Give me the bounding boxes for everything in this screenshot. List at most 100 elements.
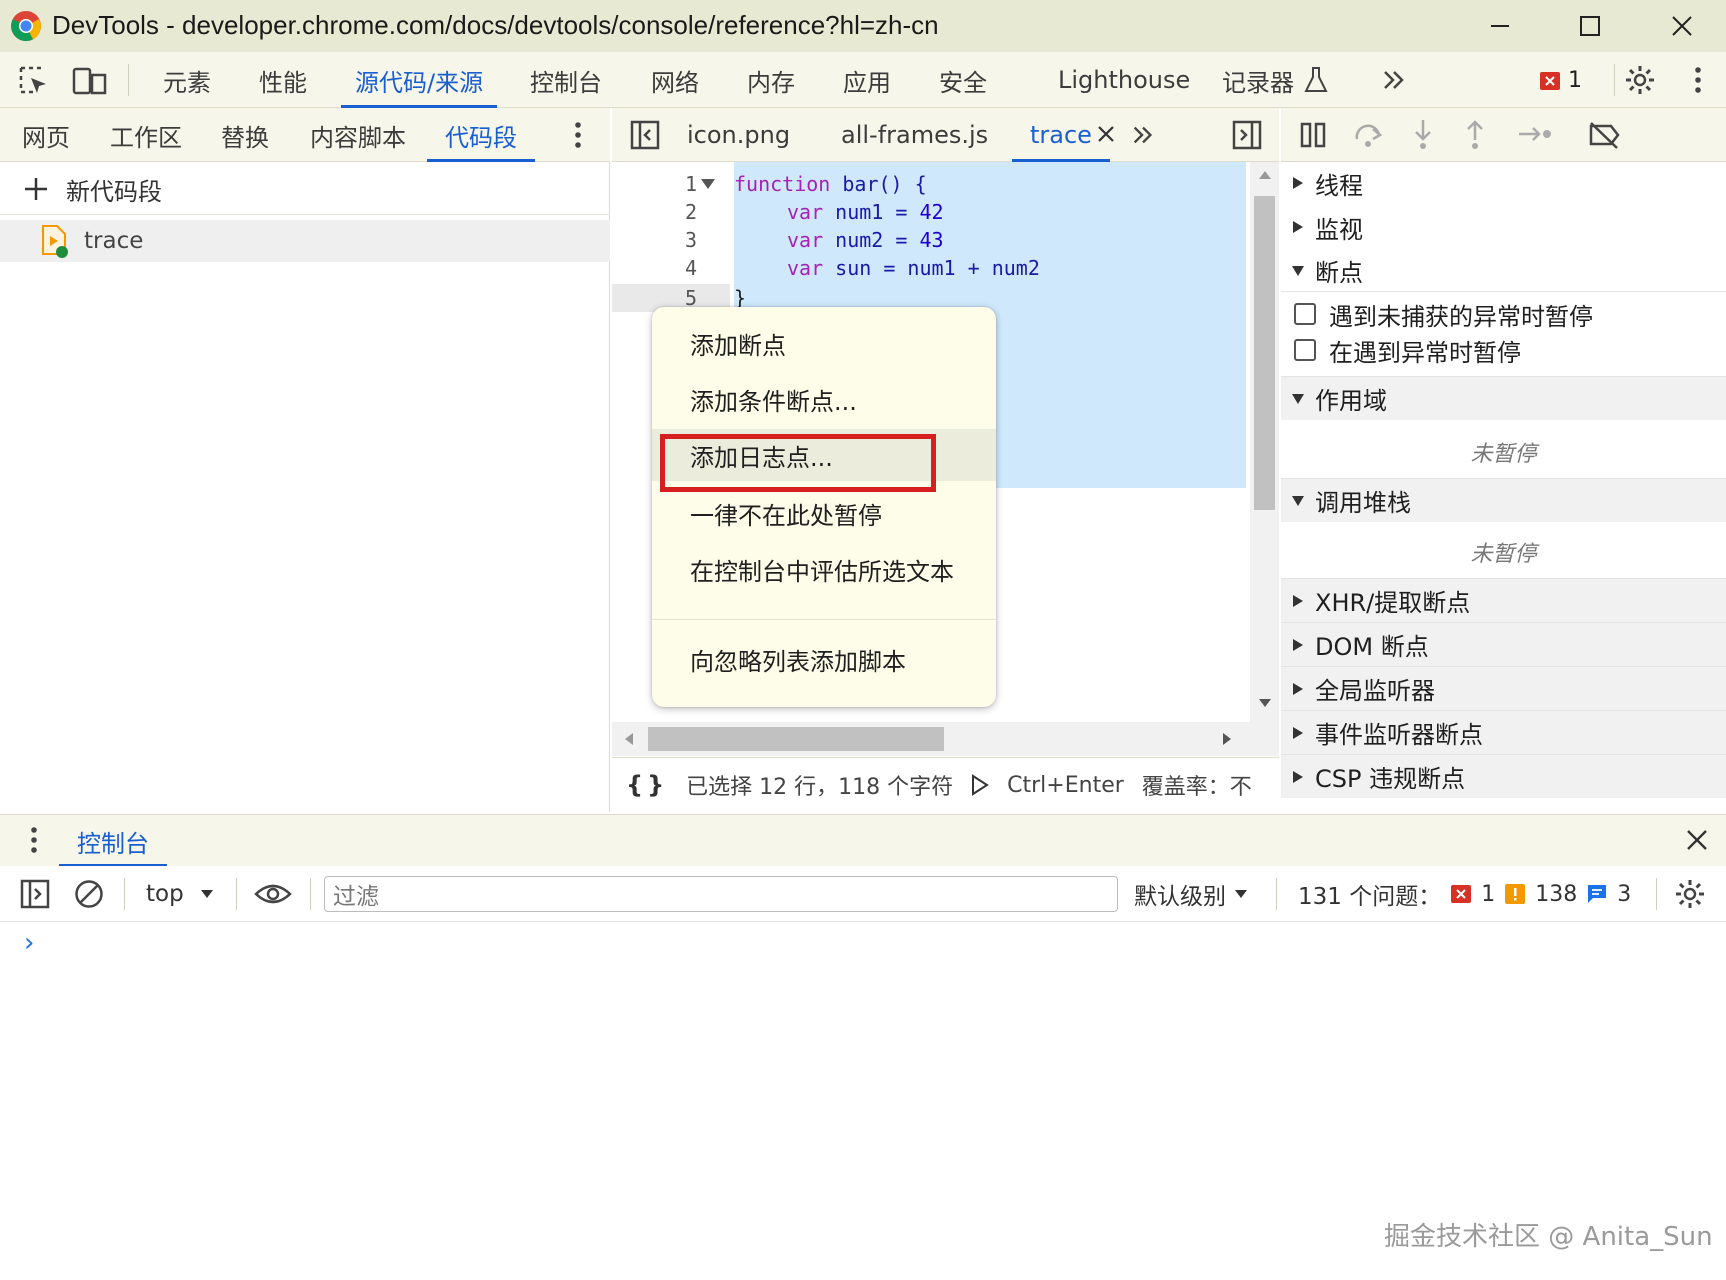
debugger-toolbar: [1281, 108, 1726, 162]
minimize-icon[interactable]: [1470, 6, 1530, 46]
tab-snippets[interactable]: 代码段: [427, 108, 535, 162]
editor-tab-all-frames[interactable]: all-frames.js: [841, 108, 988, 162]
log-level-selector[interactable]: 默认级别: [1134, 866, 1248, 922]
pause-icon[interactable]: [1299, 121, 1327, 149]
more-options-icon[interactable]: [1692, 64, 1704, 96]
plus-icon: [25, 178, 47, 200]
more-tabs-icon[interactable]: [1380, 66, 1408, 94]
section-watch[interactable]: 监视: [1281, 206, 1726, 248]
section-threads[interactable]: 线程: [1281, 162, 1726, 204]
drawer-tab-console[interactable]: 控制台: [59, 815, 167, 867]
line-number[interactable]: 1: [667, 172, 697, 196]
code-line-3: var num2 = 43: [787, 228, 944, 252]
line-number[interactable]: 3: [667, 228, 697, 252]
section-call-stack[interactable]: 调用堆栈: [1281, 478, 1726, 522]
section-breakpoints[interactable]: 断点: [1281, 250, 1726, 292]
menu-add-to-ignore-list[interactable]: 向忽略列表添加脚本: [652, 633, 996, 685]
tab-elements[interactable]: 元素: [163, 52, 211, 108]
navigator-more-icon[interactable]: [572, 120, 584, 150]
checkbox[interactable]: [1294, 339, 1316, 361]
code-keyword: function: [734, 172, 831, 196]
hscroll-thumb[interactable]: [648, 727, 944, 751]
snippet-file-icon: [42, 225, 68, 258]
pause-uncaught-option[interactable]: 遇到未捕获的异常时暂停: [1281, 296, 1726, 332]
debugger-sidebar: 线程 监视 断点 遇到未捕获的异常时暂停 在遇到异常时暂停 作用域 未暂停 调用…: [1281, 162, 1726, 812]
maximize-icon[interactable]: [1560, 6, 1620, 46]
horizontal-scrollbar[interactable]: [612, 722, 1279, 756]
tab-network[interactable]: 网络: [651, 52, 699, 108]
section-event-listener-breakpoints[interactable]: 事件监听器断点: [1281, 710, 1726, 754]
close-drawer-icon[interactable]: [1686, 829, 1708, 851]
close-window-icon[interactable]: [1652, 6, 1712, 46]
code-line-4: var sun = num1 + num2: [787, 256, 1040, 280]
step-over-icon[interactable]: [1353, 121, 1385, 149]
close-tab-icon[interactable]: [1096, 124, 1116, 144]
more-editor-tabs-icon[interactable]: [1130, 122, 1156, 148]
collapsed-arrow-icon: [1293, 726, 1303, 739]
expanded-arrow-icon: [1292, 265, 1304, 276]
new-snippet-button[interactable]: 新代码段: [22, 174, 162, 206]
vertical-scrollbar[interactable]: [1250, 162, 1279, 722]
deactivate-breakpoints-icon[interactable]: [1587, 120, 1621, 150]
scroll-thumb[interactable]: [1254, 196, 1275, 510]
section-scope[interactable]: 作用域: [1281, 376, 1726, 420]
console-settings-gear-icon[interactable]: [1674, 878, 1706, 910]
tab-lighthouse[interactable]: Lighthouse: [1058, 52, 1190, 108]
section-dom-breakpoints[interactable]: DOM 断点: [1281, 622, 1726, 666]
step-icon[interactable]: [1517, 122, 1553, 146]
toggle-navigator-icon[interactable]: [630, 120, 660, 150]
line-number[interactable]: 4: [667, 256, 697, 280]
tab-console[interactable]: 控制台: [530, 52, 602, 108]
drawer-more-icon[interactable]: [28, 825, 40, 855]
tab-performance[interactable]: 性能: [259, 52, 307, 108]
error-counter[interactable]: 1: [1540, 68, 1582, 93]
menu-never-pause-here[interactable]: 一律不在此处暂停: [652, 487, 996, 539]
pause-caught-option[interactable]: 在遇到异常时暂停: [1281, 332, 1726, 368]
editor-tab-trace[interactable]: trace: [1012, 108, 1110, 162]
tab-memory[interactable]: 内存: [747, 52, 795, 108]
step-out-icon[interactable]: [1463, 118, 1487, 150]
code-keyword: var: [787, 200, 824, 224]
snippet-item-trace[interactable]: trace: [0, 220, 610, 262]
tab-overrides[interactable]: 替换: [221, 108, 269, 162]
toggle-debugger-icon[interactable]: [1232, 120, 1262, 150]
section-global-listeners[interactable]: 全局监听器: [1281, 666, 1726, 710]
context-menu: 添加断点 添加条件断点... 添加日志点... 一律不在此处暂停 在控制台中评估…: [652, 307, 996, 707]
tab-recorder[interactable]: 记录器: [1222, 52, 1294, 108]
pretty-print-icon[interactable]: {}: [626, 771, 668, 799]
tab-security[interactable]: 安全: [939, 52, 987, 108]
console-output[interactable]: › 掘金技术社区 @ Anita_Sun: [0, 922, 1726, 1280]
section-xhr-breakpoints[interactable]: XHR/提取断点: [1281, 578, 1726, 622]
step-into-icon[interactable]: [1411, 118, 1435, 150]
issues-counter[interactable]: 131 个问题： 1 138 3: [1298, 866, 1631, 922]
menu-add-breakpoint[interactable]: 添加断点: [652, 317, 996, 369]
tab-sources[interactable]: 源代码/来源: [340, 52, 498, 108]
editor-tab-icon-png[interactable]: icon.png: [687, 108, 790, 162]
inspect-element-icon[interactable]: [18, 65, 50, 97]
section-csp-breakpoints[interactable]: CSP 违规断点: [1281, 754, 1726, 798]
line-number[interactable]: 2: [667, 200, 697, 224]
tab-application[interactable]: 应用: [843, 52, 891, 108]
menu-evaluate-selection[interactable]: 在控制台中评估所选文本: [652, 543, 996, 595]
tab-content-scripts[interactable]: 内容脚本: [310, 108, 406, 162]
menu-add-conditional-breakpoint[interactable]: 添加条件断点...: [652, 373, 996, 425]
device-toolbar-icon[interactable]: [72, 65, 108, 97]
checkbox[interactable]: [1294, 303, 1316, 325]
console-prompt[interactable]: ›: [24, 928, 34, 958]
title-bar: DevTools - developer.chrome.com/docs/dev…: [0, 0, 1726, 52]
settings-gear-icon[interactable]: [1624, 64, 1656, 96]
error-icon: [1540, 71, 1560, 90]
chrome-logo-icon: [10, 10, 42, 42]
context-selector[interactable]: top: [146, 866, 214, 922]
expanded-arrow-icon: [1292, 393, 1304, 404]
filter-input[interactable]: 过滤: [324, 876, 1118, 912]
fold-arrow-icon[interactable]: [700, 178, 716, 190]
tab-workspace[interactable]: 工作区: [110, 108, 182, 162]
run-icon[interactable]: [971, 774, 989, 796]
drawer-tab-bar: 控制台: [0, 814, 1726, 867]
console-sidebar-icon[interactable]: [20, 879, 50, 909]
clear-console-icon[interactable]: [74, 879, 104, 909]
tab-page[interactable]: 网页: [22, 108, 70, 162]
live-expression-eye-icon[interactable]: [254, 880, 292, 908]
section-call-stack-label: 调用堆栈: [1315, 489, 1411, 517]
